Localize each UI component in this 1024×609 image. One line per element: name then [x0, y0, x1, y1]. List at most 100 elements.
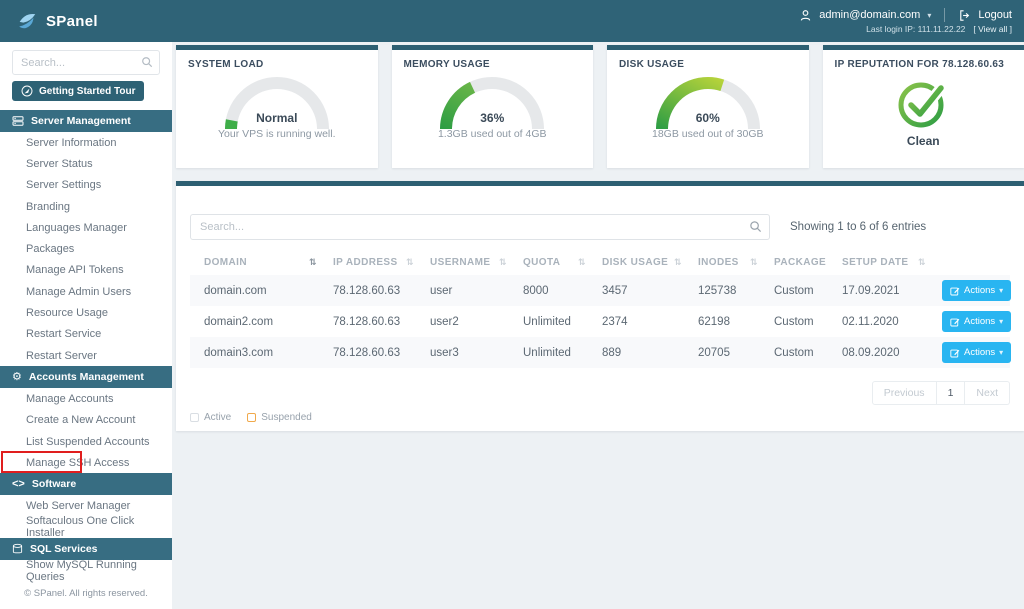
sidebar-item-softaculous-one-click-installer[interactable]: Softaculous One Click Installer: [0, 517, 172, 538]
sidebar-item-resource-usage[interactable]: Resource Usage: [0, 302, 172, 323]
column-header-domain[interactable]: DOMAIN⇅: [190, 250, 327, 275]
top-bar-right: admin@domain.com ▾ Logout Last login IP:…: [799, 8, 1012, 34]
sort-icon[interactable]: ⇅: [309, 257, 317, 268]
column-header-username[interactable]: USERNAME⇅: [424, 250, 517, 275]
actions-button[interactable]: Actions ▾: [942, 280, 1011, 301]
section-accounts-management[interactable]: ⚙ Accounts Management: [0, 366, 172, 388]
column-header-ip-address[interactable]: IP ADDRESS⇅: [327, 250, 424, 275]
column-header-inodes[interactable]: INODES ⇅: [692, 250, 768, 275]
item-label: Resource Usage: [26, 307, 108, 319]
table-header-row: DOMAIN⇅ IP ADDRESS⇅ USERNAME⇅ QUOTA⇅ DIS…: [190, 250, 1010, 275]
actions-button[interactable]: Actions ▾: [942, 311, 1011, 332]
sidebar-item-show-mysql-running-queries[interactable]: Show MySQL Running Queries: [0, 560, 172, 581]
section-label: Server Management: [31, 115, 131, 127]
sidebar-item-restart-server[interactable]: Restart Server: [0, 345, 172, 366]
gear-icon: ⚙: [12, 372, 22, 383]
item-label: Restart Service: [26, 328, 101, 340]
section-server-management[interactable]: Server Management: [0, 110, 172, 132]
pagination: Previous 1 Next: [190, 381, 1010, 405]
sidebar-item-manage-accounts[interactable]: Manage Accounts: [0, 388, 172, 409]
column-header-quota[interactable]: QUOTA⇅: [517, 250, 596, 275]
column-header-package[interactable]: PACKAGE: [768, 250, 836, 275]
column-label: INODES: [698, 257, 739, 268]
sort-icon[interactable]: ⇅: [578, 257, 586, 268]
spanel-dashboard: SPanel admin@domain.com ▾: [0, 0, 1024, 609]
item-label: Softaculous One Click Installer: [26, 515, 172, 539]
sort-icon[interactable]: ⇅: [406, 257, 414, 268]
server-icon: [12, 115, 24, 127]
sort-icon[interactable]: ⇅: [499, 257, 507, 268]
sidebar-item-branding[interactable]: Branding: [0, 196, 172, 217]
sidebar-search: [12, 50, 160, 75]
sidebar-item-server-information[interactable]: Server Information: [0, 132, 172, 153]
chevron-down-icon: ▾: [927, 11, 931, 20]
sort-icon[interactable]: ⇅: [750, 257, 758, 268]
divider: [944, 8, 945, 22]
view-all-link[interactable]: [ View all ]: [973, 24, 1012, 34]
sidebar-item-create-a-new-account[interactable]: Create a New Account: [0, 410, 172, 431]
accounts-table: DOMAIN⇅ IP ADDRESS⇅ USERNAME⇅ QUOTA⇅ DIS…: [190, 250, 1010, 368]
column-header-disk-usage[interactable]: DISK USAGE ⇅: [596, 250, 692, 275]
item-label: List Suspended Accounts: [26, 436, 150, 448]
suspended-swatch-icon: [247, 413, 256, 422]
logout-button[interactable]: Logout: [978, 9, 1012, 21]
getting-started-tour-button[interactable]: Getting Started Tour: [12, 81, 144, 101]
table-toolbar: Showing 1 to 6 of 6 entries: [190, 214, 1010, 240]
sidebar-item-packages[interactable]: Packages: [0, 238, 172, 259]
legend-suspended: Suspended: [247, 412, 312, 423]
pagination-previous-button[interactable]: Previous: [872, 381, 937, 405]
database-icon: [12, 543, 23, 555]
sidebar-item-manage-ssh-access[interactable]: Manage SSH Access: [0, 452, 172, 473]
sidebar-item-manage-api-tokens[interactable]: Manage API Tokens: [0, 260, 172, 281]
rocket-icon: [21, 85, 33, 97]
sort-icon[interactable]: ⇅: [918, 257, 926, 268]
legend-active: Active: [190, 412, 231, 423]
sidebar-item-server-settings[interactable]: Server Settings: [0, 175, 172, 196]
item-label: Languages Manager: [26, 222, 127, 234]
column-header-setup-date[interactable]: SETUP DATE⇅: [836, 250, 936, 275]
sidebar-search-input[interactable]: [12, 50, 160, 75]
user-row: admin@domain.com ▾ Logout: [799, 8, 1012, 22]
pagination-next-button[interactable]: Next: [965, 381, 1010, 405]
section-sql-services[interactable]: SQL Services: [0, 538, 172, 560]
card-title: SYSTEM LOAD: [188, 59, 366, 70]
sort-icon[interactable]: ⇅: [674, 257, 682, 268]
pagination-page-1-button[interactable]: 1: [937, 381, 966, 405]
item-label: Manage API Tokens: [26, 264, 124, 276]
actions-label: Actions: [964, 316, 995, 327]
search-icon: [749, 220, 762, 233]
table-search-input[interactable]: [190, 214, 770, 240]
showing-entries-text: Showing 1 to 6 of 6 entries: [790, 221, 926, 233]
item-label: Server Settings: [26, 179, 101, 191]
sidebar-nav: Server Management Server Information Ser…: [0, 110, 172, 581]
item-label: Show MySQL Running Queries: [26, 559, 172, 583]
item-label: Server Information: [26, 137, 116, 149]
sidebar-item-restart-service[interactable]: Restart Service: [0, 324, 172, 345]
stat-cards-row: SYSTEM LOAD Normal Your VPS is running w…: [176, 45, 1024, 168]
cell-package: Custom: [768, 306, 836, 337]
system-load-gauge: Normal: [219, 71, 335, 133]
user-email-menu[interactable]: admin@domain.com: [819, 9, 920, 21]
chevron-down-icon: ▾: [999, 317, 1003, 326]
cell-inodes: 20705: [692, 337, 768, 368]
sidebar-item-list-suspended-accounts[interactable]: List Suspended Accounts: [0, 431, 172, 452]
gauge-value: 36%: [434, 111, 550, 125]
brand[interactable]: SPanel: [16, 10, 98, 32]
sidebar-item-web-server-manager[interactable]: Web Server Manager: [0, 495, 172, 516]
cell-disk: 889: [596, 337, 692, 368]
brand-name: SPanel: [46, 13, 98, 30]
cell-inodes: 125738: [692, 275, 768, 306]
cell-disk: 3457: [596, 275, 692, 306]
table-search: [190, 214, 770, 240]
section-software[interactable]: <> Software: [0, 473, 172, 495]
sidebar-item-manage-admin-users[interactable]: Manage Admin Users: [0, 281, 172, 302]
cell-ip: 78.128.60.63: [327, 337, 424, 368]
sidebar-item-server-status[interactable]: Server Status: [0, 153, 172, 174]
column-label: DISK USAGE: [602, 257, 668, 268]
actions-button[interactable]: Actions ▾: [942, 342, 1011, 363]
disk-usage-gauge: 60%: [650, 71, 766, 133]
item-label: Create a New Account: [26, 414, 135, 426]
item-label: Web Server Manager: [26, 500, 130, 512]
chevron-down-icon: ▾: [999, 348, 1003, 357]
sidebar-item-languages-manager[interactable]: Languages Manager: [0, 217, 172, 238]
